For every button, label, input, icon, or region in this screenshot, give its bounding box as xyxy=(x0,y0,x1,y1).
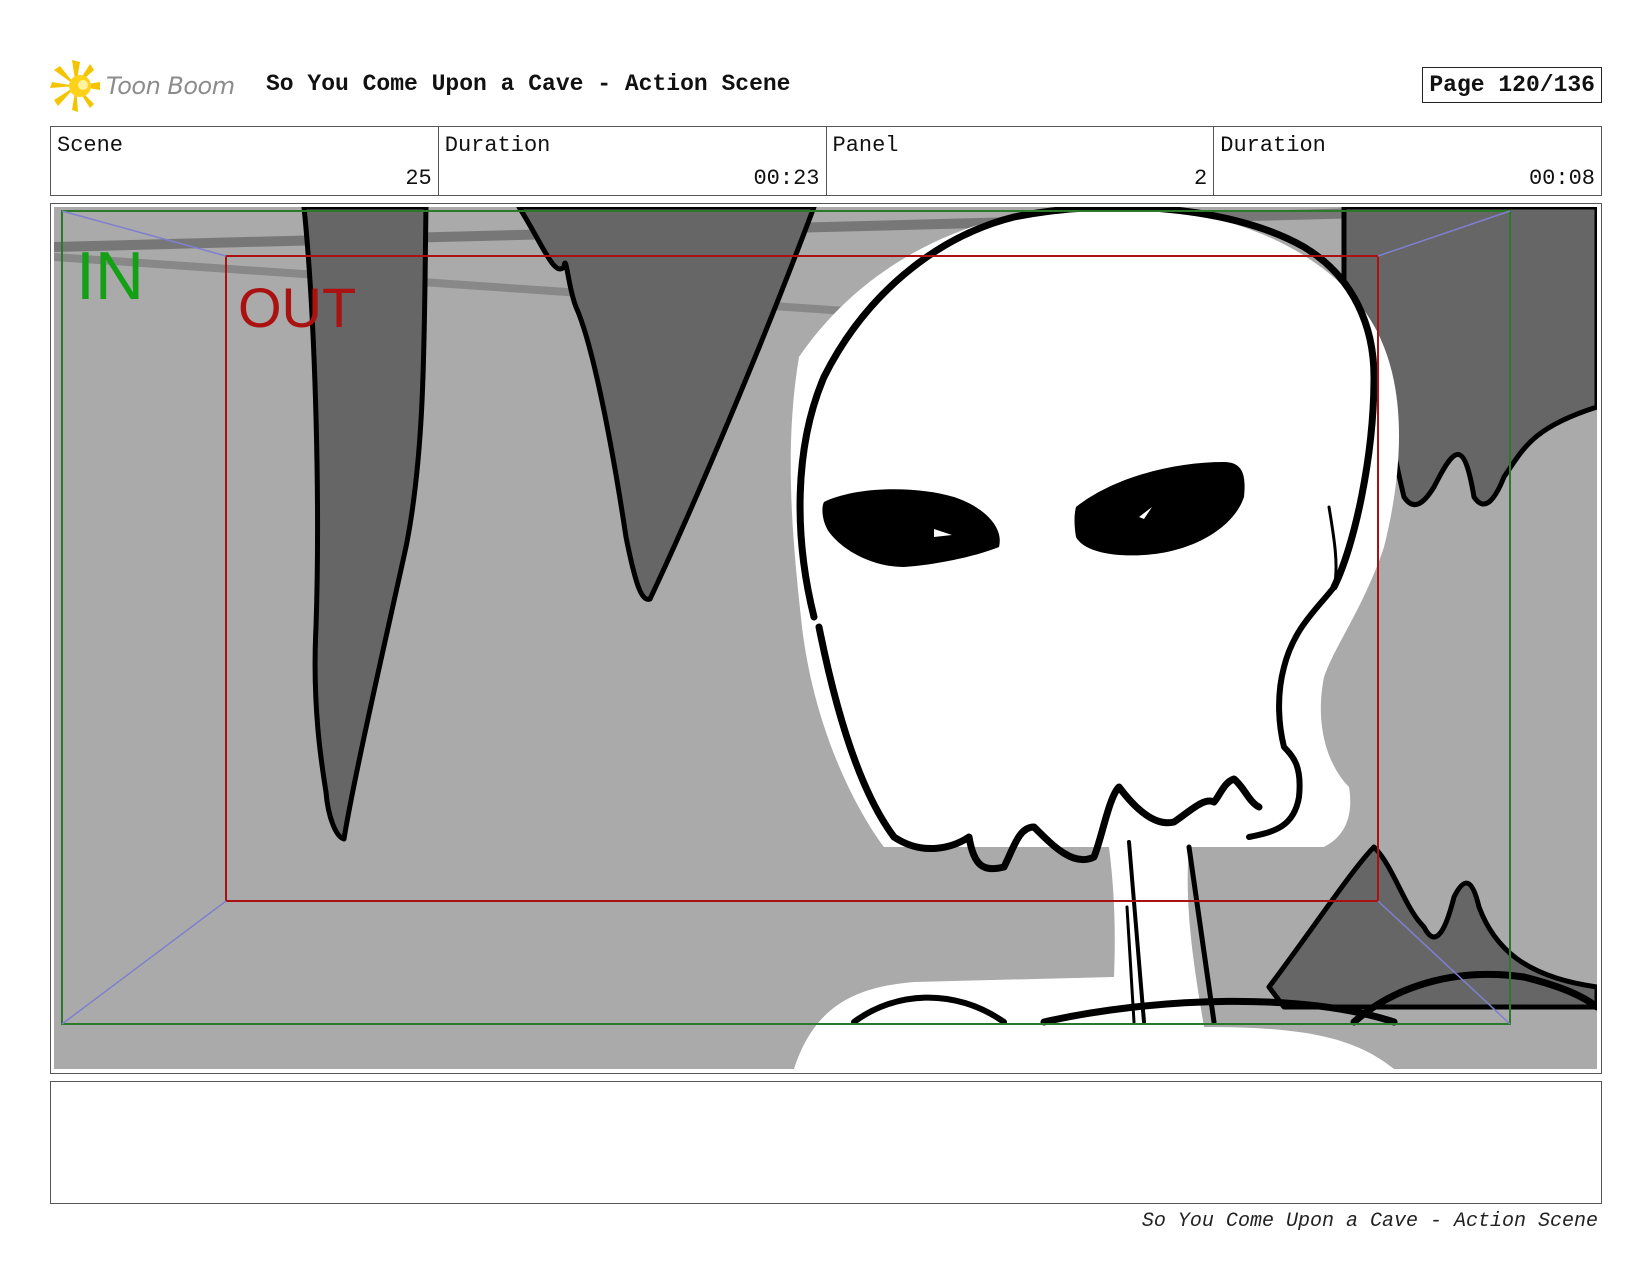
page-number: Page 120/136 xyxy=(1422,67,1602,103)
page-header: Toon Boom So You Come Upon a Cave - Acti… xyxy=(50,58,1602,114)
scene-value: 25 xyxy=(405,166,432,191)
panel-drawing: IN OUT xyxy=(54,207,1597,1069)
logo-text: Toon Boom xyxy=(106,72,235,100)
in-label: IN xyxy=(76,238,144,314)
panel-duration-label: Duration xyxy=(1220,133,1326,158)
panel-notes-box xyxy=(50,1081,1602,1204)
scene-duration-label: Duration xyxy=(444,133,551,158)
starburst-icon xyxy=(50,60,100,112)
panel-duration-cell: Duration 00:08 xyxy=(1214,127,1601,195)
toon-boom-logo: Toon Boom xyxy=(50,58,235,114)
panel-duration-value: 00:08 xyxy=(1528,166,1595,191)
storyboard-panel: IN OUT xyxy=(50,203,1602,1074)
scene-label: Scene xyxy=(57,133,124,158)
panel-value: 2 xyxy=(1194,166,1208,191)
panel-cell: Panel 2 xyxy=(827,127,1215,195)
scene-duration-value: 00:23 xyxy=(753,166,820,191)
scene-info-table: Scene 25 Duration 00:23 Panel 2 Duration… xyxy=(50,126,1602,196)
out-label: OUT xyxy=(238,276,356,339)
panel-label: Panel xyxy=(832,133,899,158)
document-title: So You Come Upon a Cave - Action Scene xyxy=(266,71,791,97)
scene-duration-cell: Duration 00:23 xyxy=(439,127,827,195)
scene-cell: Scene 25 xyxy=(51,127,439,195)
footer-title: So You Come Upon a Cave - Action Scene xyxy=(1141,1210,1598,1233)
